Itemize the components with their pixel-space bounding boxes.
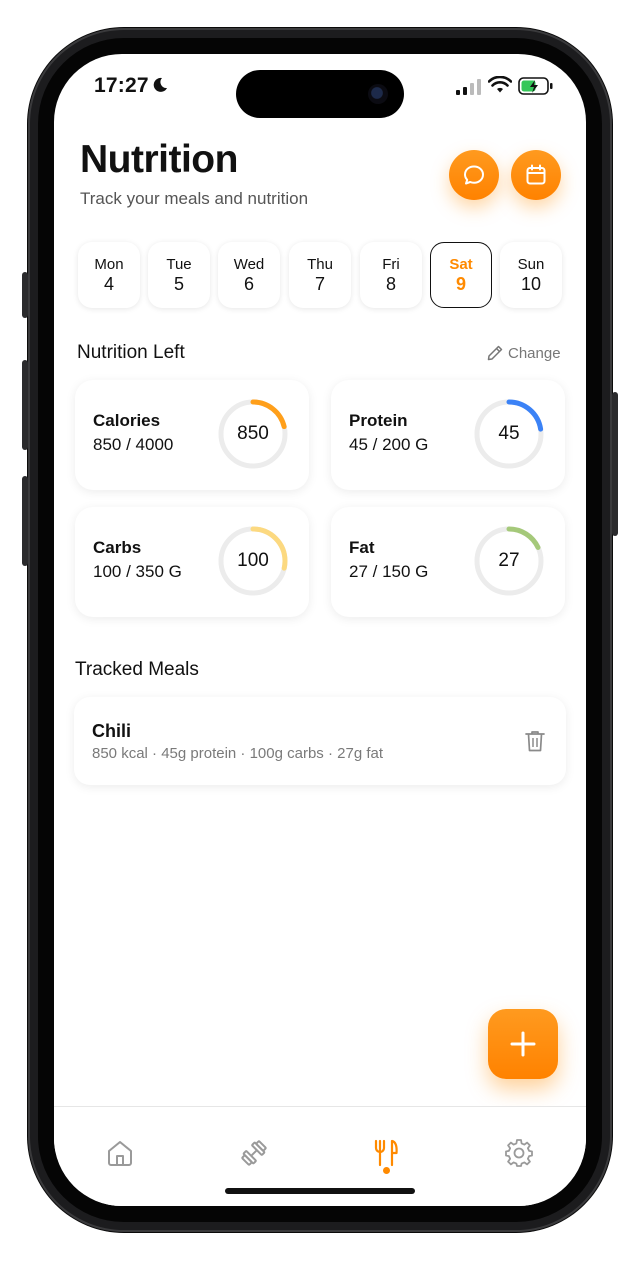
day-selector: Mon 4 Tue 5 Wed 6 Thu 7 Fri 8 Sat 9 Sun … [78,242,564,308]
tab-settings[interactable] [499,1133,539,1173]
day-date: 8 [385,273,396,294]
screen: 17:27 Nutrition Track your meals and nut… [54,54,586,1206]
day-mon[interactable]: Mon 4 [78,242,140,308]
meal-name: Chili [92,721,131,741]
nutrition-left-heading: Nutrition Left [77,342,185,363]
day-date: 4 [103,273,114,294]
battery-icon [518,77,553,95]
day-sat[interactable]: Sat 9 [430,242,492,308]
ring-value: 850 [237,423,269,444]
card-value: 850 / 4000 [93,435,174,454]
card-label: Fat [349,538,375,557]
trash-icon[interactable] [524,729,546,753]
day-name: Wed [233,255,265,273]
active-tab-indicator [383,1167,390,1174]
day-date: 5 [173,273,184,294]
day-name: Sat [449,255,473,273]
day-name: Mon [94,255,124,273]
moon-icon [153,77,167,92]
dynamic-island [236,70,404,118]
gear-icon [505,1139,533,1167]
meal-item[interactable]: Chili 850 kcal · 45g protein · 100g carb… [74,697,566,785]
fat-card[interactable]: Fat 27 / 150 G 27 [331,507,565,617]
camera-icon [368,84,388,104]
card-value: 27 / 150 G [349,562,429,581]
protein-card[interactable]: Protein 45 / 200 G 45 [331,380,565,490]
power-button [612,392,618,536]
carbs-card[interactable]: Carbs 100 / 350 G 100 [75,507,309,617]
tab-workouts[interactable] [234,1133,274,1173]
action-button [22,272,28,318]
day-name: Sun [517,255,545,273]
day-name: Tue [166,255,192,273]
volume-up-button [22,360,28,450]
day-wed[interactable]: Wed 6 [218,242,280,308]
home-indicator [225,1188,415,1194]
pencil-icon [487,345,503,361]
tab-home[interactable] [100,1133,140,1173]
card-value: 45 / 200 G [349,435,429,454]
ring-value: 100 [237,550,269,571]
tracked-meals-heading: Tracked Meals [75,659,199,680]
wifi-icon [488,76,512,93]
chat-bubble-icon [464,165,484,185]
page-subtitle: Track your meals and nutrition [80,189,309,208]
day-date: 9 [455,273,466,294]
calendar-button[interactable] [511,150,561,200]
calendar-icon [526,164,546,185]
card-label: Carbs [93,538,142,557]
home-icon [108,1141,132,1166]
card-value: 100 / 350 G [93,562,182,581]
chat-button[interactable] [449,150,499,200]
ring-value: 45 [498,423,520,444]
change-label: Change [508,344,561,362]
meal-details: 850 kcal · 45g protein · 100g carbs · 27… [92,745,384,762]
day-thu[interactable]: Thu 7 [289,242,351,308]
volume-down-button [22,476,28,566]
card-label: Calories [93,411,161,430]
status-time: 17:27 [94,74,149,97]
day-name: Fri [382,255,400,273]
add-meal-button[interactable] [488,1009,558,1079]
day-date: 10 [520,273,542,294]
day-name: Thu [307,255,333,273]
day-fri[interactable]: Fri 8 [360,242,422,308]
calories-card[interactable]: Calories 850 / 4000 850 [75,380,309,490]
fork-knife-icon [374,1139,398,1167]
ring-value: 27 [498,550,520,571]
change-button[interactable]: Change [486,344,561,362]
day-date: 6 [243,273,254,294]
dumbbell-icon [241,1140,267,1166]
cellular-signal-icon [456,79,481,95]
card-label: Protein [349,411,408,430]
day-sun[interactable]: Sun 10 [500,242,562,308]
day-date: 7 [314,273,325,294]
plus-icon [510,1031,536,1057]
day-tue[interactable]: Tue 5 [148,242,210,308]
page-title: Nutrition [80,138,238,181]
